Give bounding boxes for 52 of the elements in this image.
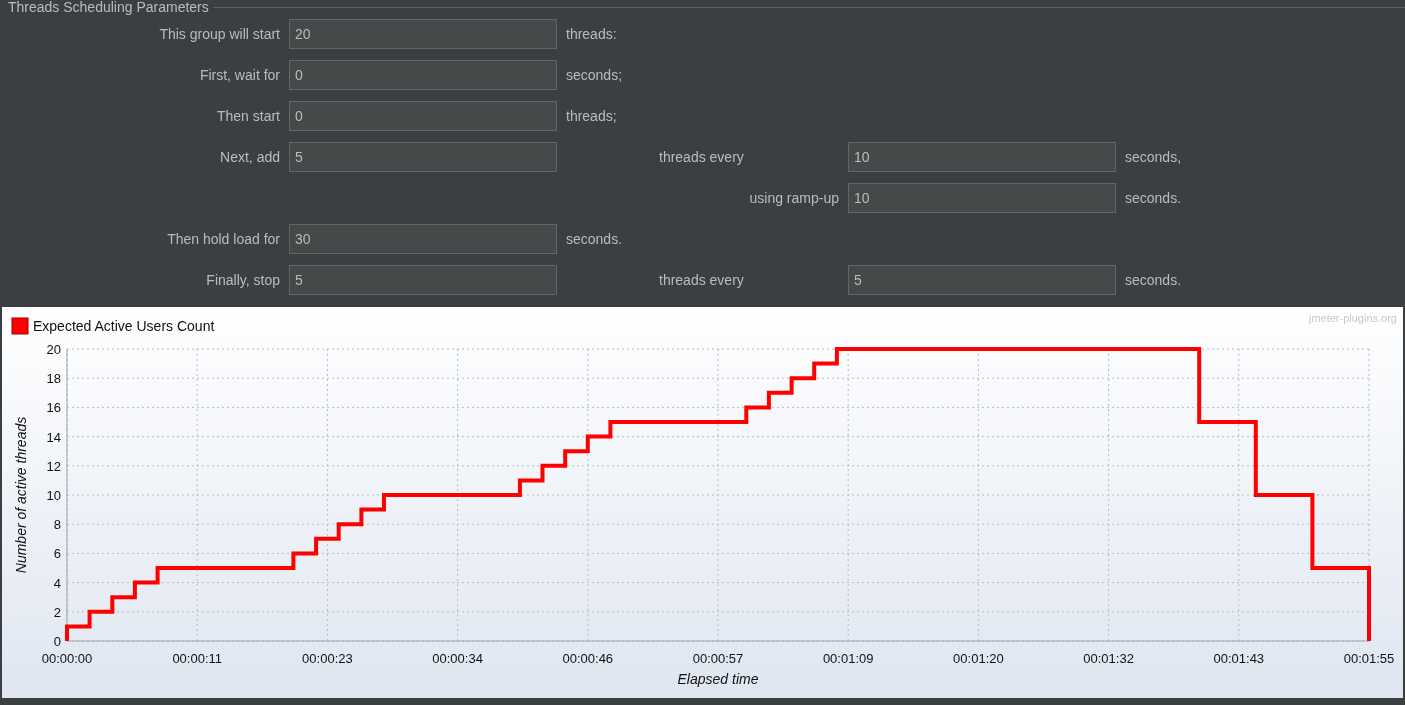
x-tick-label: 00:00:57 <box>692 651 744 666</box>
unit-label: threads; <box>566 108 618 124</box>
x-tick-label: 00:01:32 <box>1083 651 1134 666</box>
x-tick-label: 00:00:46 <box>562 651 614 666</box>
x-tick-label: 00:01:20 <box>953 651 1004 666</box>
y-tick-label: 6 <box>53 546 61 562</box>
x-axis-title: Elapsed time <box>677 671 759 687</box>
watermark-text: jmeter-plugins.org <box>1308 312 1397 324</box>
y-tick-label: 4 <box>53 575 61 591</box>
x-tick-label: 00:01:09 <box>822 651 874 666</box>
input-field[interactable]: 0 <box>289 60 557 90</box>
x-tick-label: 00:01:43 <box>1213 651 1265 666</box>
y-tick-label: 18 <box>46 371 61 387</box>
y-tick-label: 8 <box>53 517 61 533</box>
field-label: First, wait for <box>198 67 280 83</box>
input-field[interactable]: 0 <box>289 101 557 131</box>
unit-label: threads: <box>566 26 618 42</box>
x-tick-label: 00:00:34 <box>432 651 483 666</box>
input-field[interactable]: 20 <box>289 19 557 49</box>
legend-label: Expected Active Users Count <box>33 318 215 334</box>
field-label: Next, add <box>219 149 280 165</box>
x-tick-label: 00:00:00 <box>41 651 93 666</box>
field-label: threads every <box>659 149 745 165</box>
y-tick-label: 10 <box>46 488 61 503</box>
input-field[interactable]: 5 <box>289 265 557 295</box>
unit-label: seconds. <box>566 231 624 247</box>
y-axis-title: Number of active threads <box>13 416 29 574</box>
field-label: Then hold load for <box>166 231 280 247</box>
panel-title: Threads Scheduling Parameters <box>8 0 209 15</box>
input-field[interactable]: 10 <box>848 183 1116 213</box>
y-tick-label: 2 <box>53 604 61 620</box>
y-tick-label: 0 <box>53 634 61 649</box>
field-label: Then start <box>215 108 280 124</box>
x-tick-label: 00:00:23 <box>302 651 353 666</box>
field-label: This group will start <box>158 26 280 42</box>
unit-label: seconds. <box>1125 272 1183 288</box>
field-label: threads every <box>659 272 745 288</box>
y-tick-label: 12 <box>46 458 61 474</box>
unit-label: seconds; <box>566 67 624 83</box>
field-label: Finally, stop <box>205 272 280 288</box>
y-tick-label: 14 <box>46 429 61 445</box>
x-tick-label: 00:00:11 <box>172 651 222 666</box>
unit-label: seconds. <box>1125 190 1183 206</box>
y-tick-label: 20 <box>46 342 61 357</box>
input-field[interactable]: 5 <box>289 142 557 172</box>
x-tick-label: 00:01:55 <box>1343 651 1395 666</box>
input-field[interactable]: 5 <box>848 265 1116 295</box>
input-field[interactable]: 10 <box>848 142 1116 172</box>
input-field[interactable]: 30 <box>289 224 557 254</box>
y-tick-label: 16 <box>46 400 61 416</box>
unit-label: seconds, <box>1125 149 1183 165</box>
field-label: using ramp-up <box>748 190 839 206</box>
